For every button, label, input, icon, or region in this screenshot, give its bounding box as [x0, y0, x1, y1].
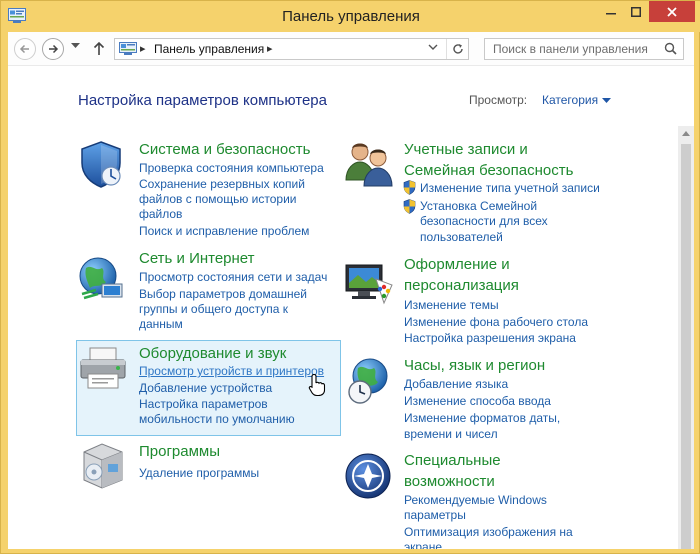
link-recommended-settings[interactable]: Рекомендуемые Windows: [404, 493, 547, 508]
address-bar[interactable]: ▸ Панель управления ▸: [114, 38, 469, 60]
link-backup-files[interactable]: Сохранение резервных копий: [139, 177, 305, 192]
maximize-button[interactable]: [623, 1, 649, 22]
arrow-left-icon: [19, 44, 29, 54]
link-change-input[interactable]: Изменение способа ввода: [404, 394, 551, 409]
chevron-right-icon[interactable]: ▸: [140, 42, 146, 55]
category-accounts-title[interactable]: Учетные записи и: [404, 140, 528, 160]
link-recommended-settings-2[interactable]: параметры: [404, 508, 466, 523]
link-date-formats[interactable]: Изменение форматов даты,: [404, 411, 560, 426]
link-check-computer-status[interactable]: Проверка состояния компьютера: [139, 161, 324, 176]
monitor-palette-icon[interactable]: [344, 263, 394, 305]
shield-icon[interactable]: [76, 139, 126, 189]
chevron-right-icon[interactable]: ▸: [267, 42, 273, 55]
minimize-button[interactable]: [599, 1, 623, 22]
search-icon[interactable]: [664, 42, 677, 55]
globe-network-icon[interactable]: [76, 254, 126, 304]
category-system-title[interactable]: Система и безопасность: [139, 140, 310, 160]
address-breadcrumb[interactable]: Панель управления: [154, 42, 264, 56]
search-placeholder: Поиск в панели управления: [493, 42, 648, 56]
link-add-device[interactable]: Добавление устройства: [139, 381, 272, 396]
link-family-safety-2[interactable]: безопасности для всех: [420, 214, 548, 229]
close-button[interactable]: [649, 1, 695, 22]
link-family-safety[interactable]: Установка Семейной: [420, 199, 537, 214]
category-appearance-title[interactable]: Оформление и: [404, 255, 510, 275]
globe-clock-icon[interactable]: [346, 356, 396, 406]
refresh-button[interactable]: [446, 39, 468, 59]
recent-pages-dropdown[interactable]: [71, 43, 80, 49]
link-screen-resolution[interactable]: Настройка разрешения экрана: [404, 331, 576, 346]
minimize-icon: [606, 12, 616, 14]
control-panel-icon: [119, 42, 137, 55]
link-add-language[interactable]: Добавление языка: [404, 377, 508, 392]
link-family-safety-3[interactable]: пользователей: [420, 230, 503, 245]
link-homegroup-2[interactable]: группы и общего доступа к: [139, 302, 288, 317]
content-area: Настройка параметров компьютера Просмотр…: [8, 66, 694, 549]
vertical-scrollbar[interactable]: [678, 126, 694, 549]
link-backup-files-3[interactable]: файлов: [139, 207, 182, 222]
scroll-up-icon[interactable]: [682, 131, 690, 136]
category-access-title-2[interactable]: возможности: [404, 472, 495, 492]
category-network-title[interactable]: Сеть и Интернет: [139, 249, 255, 269]
link-uninstall-program[interactable]: Удаление программы: [139, 466, 259, 481]
arrow-up-icon[interactable]: [92, 40, 106, 56]
chevron-down-icon[interactable]: [602, 98, 611, 103]
link-change-account-type[interactable]: Изменение типа учетной записи: [420, 181, 600, 196]
link-homegroup-3[interactable]: данным: [139, 317, 183, 332]
uac-shield-icon: [403, 180, 416, 195]
navigation-bar: ▸ Панель управления ▸ Поиск в панели упр…: [8, 32, 694, 66]
title-bar[interactable]: Панель управления: [1, 1, 700, 32]
category-programs-title[interactable]: Программы: [139, 442, 220, 462]
link-mobility-settings-2[interactable]: мобильности по умолчанию: [139, 412, 295, 427]
link-homegroup[interactable]: Выбор параметров домашней: [139, 287, 307, 302]
page-title: Настройка параметров компьютера: [78, 92, 327, 109]
link-devices-printers[interactable]: Просмотр устройств и принтеров: [139, 364, 324, 379]
link-optimize-display-2[interactable]: экране: [404, 540, 442, 549]
chevron-down-icon[interactable]: [428, 44, 438, 51]
close-icon: [667, 6, 677, 17]
view-label: Просмотр:: [469, 93, 528, 107]
link-change-theme[interactable]: Изменение темы: [404, 298, 499, 313]
link-change-wallpaper[interactable]: Изменение фона рабочего стола: [404, 315, 588, 330]
hand-cursor-icon: [308, 373, 326, 397]
scrollbar-thumb[interactable]: [681, 144, 691, 549]
link-mobility-settings[interactable]: Настройка параметров: [139, 397, 268, 412]
search-input[interactable]: Поиск в панели управления: [484, 38, 684, 60]
back-button[interactable]: [14, 38, 36, 60]
programs-box-icon[interactable]: [80, 440, 126, 490]
accessibility-icon[interactable]: [344, 452, 392, 500]
category-clock-title[interactable]: Часы, язык и регион: [404, 356, 545, 376]
printer-icon[interactable]: [78, 346, 128, 392]
link-backup-files-2[interactable]: файлов с помощью истории: [139, 192, 296, 207]
arrow-right-icon: [49, 44, 59, 54]
category-accounts-title-2[interactable]: Семейная безопасность: [404, 161, 573, 181]
uac-shield-icon: [403, 199, 416, 214]
view-mode-dropdown[interactable]: Категория: [542, 93, 598, 107]
forward-button[interactable]: [42, 38, 64, 60]
category-access-title[interactable]: Специальные: [404, 451, 501, 471]
link-network-status[interactable]: Просмотр состояния сети и задач: [139, 270, 327, 285]
category-hardware-title[interactable]: Оборудование и звук: [139, 344, 286, 364]
users-icon[interactable]: [344, 140, 394, 188]
category-appearance-title-2[interactable]: персонализация: [404, 276, 519, 296]
link-optimize-display[interactable]: Оптимизация изображения на: [404, 525, 573, 540]
maximize-icon: [631, 6, 641, 17]
control-panel-window: Панель управления ▸ Панель управления ▸ …: [0, 0, 700, 554]
link-troubleshoot[interactable]: Поиск и исправление проблем: [139, 224, 309, 239]
link-date-formats-2[interactable]: времени и чисел: [404, 427, 498, 442]
window-title: Панель управления: [282, 8, 420, 25]
refresh-icon: [452, 44, 463, 54]
